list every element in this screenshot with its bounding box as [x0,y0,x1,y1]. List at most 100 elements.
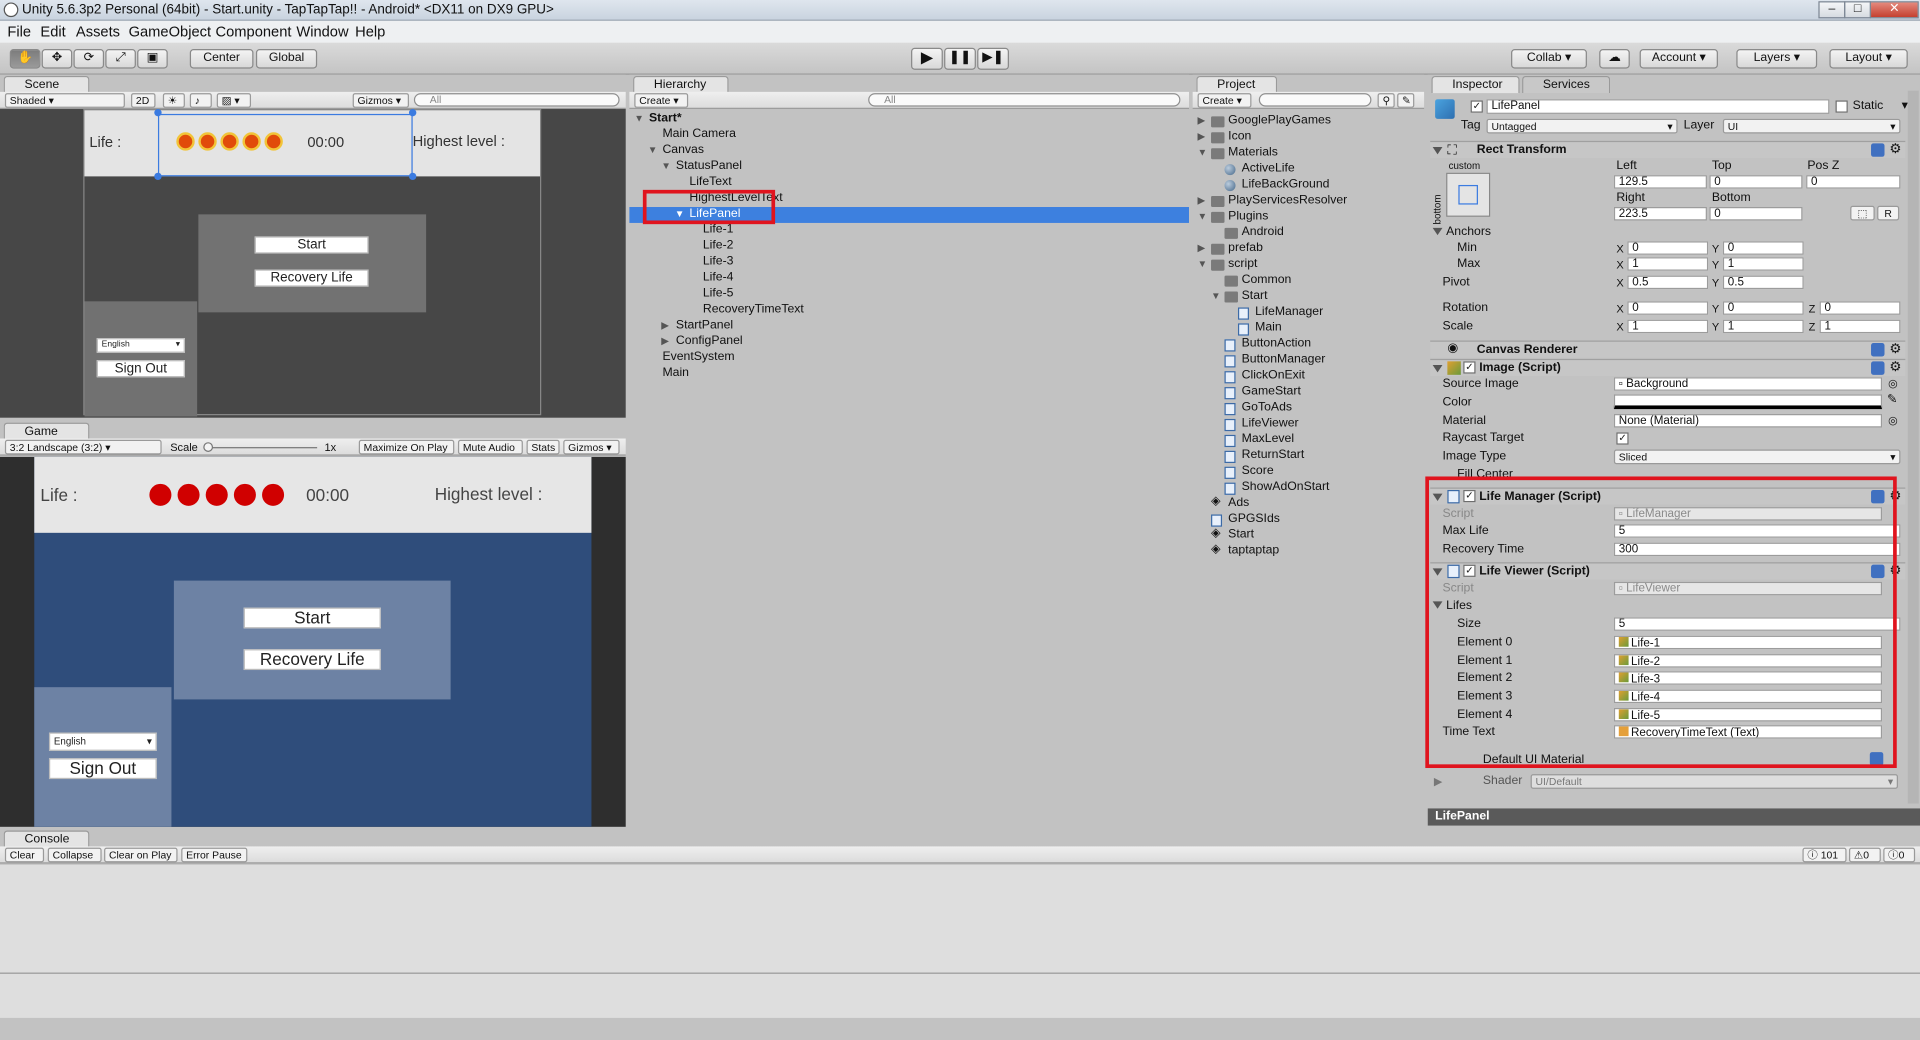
console-error-toggle[interactable]: ⓘ0 [1883,847,1916,863]
tab-services[interactable]: Services [1522,75,1611,94]
step-button[interactable]: ▶❚ [977,47,1009,70]
game-view[interactable]: Life : 00:00 Highest level : Start Recov… [0,456,626,827]
project-item[interactable]: ▶ prefab [1193,241,1424,257]
help-icon[interactable] [1871,143,1885,157]
scale-tool-icon[interactable]: ⤢ [105,48,136,69]
pivot-center-button[interactable]: Center [189,48,254,69]
material-expand-icon[interactable]: ▶ [1434,774,1442,789]
game-recovery-button[interactable]: Recovery Life [243,649,381,671]
canvas-renderer-header[interactable]: ◉ Canvas Renderer ⚙ [1430,340,1906,358]
hierarchy-item[interactable]: ▶ StartPanel [629,318,1189,334]
layers-dropdown[interactable]: Layers ▾ [1736,48,1818,69]
console-collapse-toggle[interactable]: Collapse [47,847,102,863]
console-warning-toggle[interactable]: ⚠0 [1848,847,1881,863]
maximize-on-play-toggle[interactable]: Maximize On Play [358,439,455,455]
menu-gameobject[interactable]: GameObject [129,23,211,40]
project-item[interactable]: GoToAds [1193,401,1424,417]
project-item[interactable]: LifeBackGround [1193,178,1424,194]
scene-gizmos-dropdown[interactable]: Gizmos ▾ [352,93,409,108]
inspector-scrollbar[interactable] [1907,90,1919,804]
expand-arrow-down-icon[interactable]: ▼ [634,113,644,124]
project-item[interactable]: ButtonManager [1193,353,1424,369]
blueprint-mode-icon[interactable]: ⬚ [1850,205,1875,221]
anchor-max-y-field[interactable]: 1 [1722,257,1804,271]
console-clear-button[interactable]: Clear [4,847,45,863]
layout-dropdown[interactable]: Layout ▾ [1829,48,1908,69]
help-icon[interactable] [1871,361,1885,375]
pivot-y-field[interactable]: 0.5 [1722,275,1804,290]
expand-arrow-down-icon[interactable]: ▼ [1198,147,1208,158]
scene-language-dropdown[interactable]: English ▾ [96,338,185,353]
anchor-min-y-field[interactable]: 0 [1722,241,1804,255]
tab-scene[interactable]: Scene [3,75,90,94]
top-field[interactable]: 0 [1709,175,1803,189]
scale-slider-thumb[interactable] [203,442,214,452]
project-item[interactable]: Main [1193,321,1424,337]
console-detail-area[interactable] [0,972,1920,1018]
project-item[interactable]: ActiveLife [1193,162,1424,178]
menu-file[interactable]: File [7,23,31,40]
game-gizmos-dropdown[interactable]: Gizmos ▾ [563,439,620,455]
image-type-dropdown[interactable]: Sliced ▾ [1613,449,1901,465]
image-component-header[interactable]: ✓ Image (Script) ⚙ [1430,358,1906,377]
hierarchy-create-dropdown[interactable]: Create ▾ [634,93,689,108]
gear-icon[interactable]: ⚙ [1889,341,1901,357]
tab-hierarchy[interactable]: Hierarchy [633,75,729,94]
project-item[interactable]: ▶ Icon [1193,130,1424,146]
active-checkbox[interactable]: ✓ [1470,100,1483,113]
help-icon[interactable] [1871,342,1885,357]
rotate-tool-icon[interactable]: ⟳ [73,48,105,69]
image-enabled-checkbox[interactable]: ✓ [1463,361,1476,374]
expand-arrow-right-icon[interactable]: ▶ [661,320,669,331]
game-signout-button[interactable]: Sign Out [48,758,157,780]
eyedropper-icon[interactable]: ✎ [1887,393,1897,408]
bottom-field[interactable]: 0 [1709,207,1803,221]
expand-arrow-right-icon[interactable]: ▶ [661,336,669,347]
menu-edit[interactable]: Edit [40,23,65,40]
game-start-button[interactable]: Start [243,607,381,629]
project-item[interactable]: GPGSIds [1193,512,1424,528]
rotation-x-field[interactable]: 0 [1627,301,1709,315]
filter-label-icon[interactable]: ✎ [1397,93,1415,108]
project-item[interactable]: ClickOnExit [1193,369,1424,385]
source-image-field[interactable]: ▫ Background [1613,377,1883,391]
rotation-z-field[interactable]: 0 [1819,301,1901,315]
color-field[interactable] [1613,394,1883,410]
project-item[interactable]: ButtonAction [1193,337,1424,353]
expand-arrow-down-icon[interactable]: ▼ [661,160,671,171]
filter-type-icon[interactable]: ⚲ [1377,93,1395,108]
project-item[interactable]: ◈ Start [1193,527,1424,544]
2d-toggle[interactable]: 2D [131,93,156,108]
cloud-icon[interactable]: ☁ [1599,48,1630,69]
scale-x-field[interactable]: 1 [1627,319,1709,334]
right-field[interactable]: 223.5 [1613,207,1707,221]
scene-search-input[interactable]: All [413,93,620,107]
hierarchy-item[interactable]: LifeText [629,175,1189,191]
expand-arrow-down-icon[interactable]: ▼ [1198,211,1208,222]
maximize-button[interactable]: □ [1844,1,1872,19]
effects-icon[interactable]: ▨ ▾ [216,93,252,108]
tab-console[interactable]: Console [3,830,90,848]
project-item[interactable]: Android [1193,225,1424,241]
close-button[interactable]: ✕ [1869,1,1919,19]
project-item[interactable]: Score [1193,464,1424,480]
hierarchy-item[interactable]: Life-1 [629,223,1189,239]
project-search-input[interactable] [1258,93,1372,107]
hierarchy-search-input[interactable]: All [868,93,1181,107]
gameobject-name-field[interactable]: LifePanel [1486,99,1830,114]
project-item[interactable]: Common [1193,273,1424,289]
menu-assets[interactable]: Assets [76,23,120,40]
menu-component[interactable]: Component [216,23,292,40]
project-create-dropdown[interactable]: Create ▾ [1197,93,1252,108]
project-item[interactable]: ◈ taptaptap [1193,543,1424,560]
expand-arrow-down-icon[interactable]: ▼ [648,145,658,156]
lighting-icon[interactable]: ☀ [162,93,185,108]
account-dropdown[interactable]: Account ▾ [1639,48,1718,69]
gear-icon[interactable]: ⚙ [1889,141,1901,157]
layer-dropdown[interactable]: UI ▾ [1722,118,1901,134]
pause-button[interactable]: ❚❚ [944,47,976,70]
raw-edit-button[interactable]: R [1877,205,1900,221]
scene-signout-button[interactable]: Sign Out [96,360,185,378]
scene-start-button[interactable]: Start [254,236,369,254]
expand-arrow-down-icon[interactable]: ▼ [1211,290,1221,301]
